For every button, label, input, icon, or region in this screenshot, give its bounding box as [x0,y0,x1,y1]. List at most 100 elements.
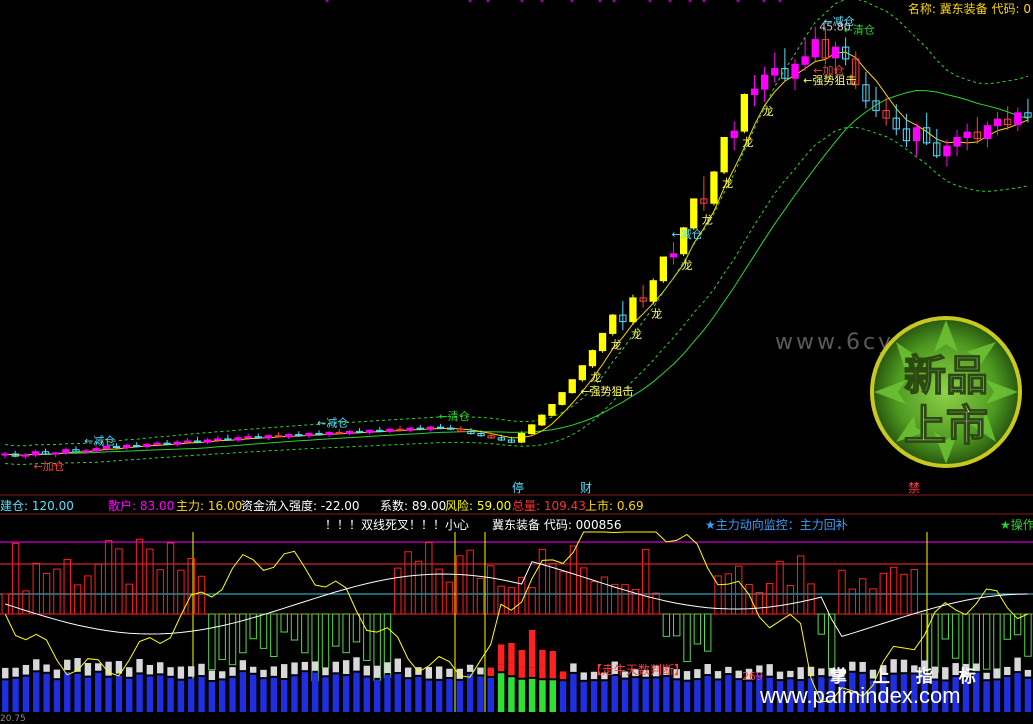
top-marker: * [762,0,766,7]
blue-bar [1014,673,1021,712]
green-bar [549,680,556,712]
blue-bar [642,678,649,712]
cap-bar [249,666,257,673]
cap-bar [270,666,278,676]
cap-bar [239,660,247,671]
blue-bar [993,680,1001,712]
candle-body [1014,112,1022,126]
blue-bar [105,677,112,712]
candle-body [659,256,668,282]
blue-bar [84,677,92,712]
stat-main: 主力: 16.00 [176,499,243,513]
cap-bar [177,666,185,679]
cap-bar [435,666,443,679]
signal-label: ←减仓 [84,434,115,448]
blue-bar [446,678,453,712]
blue-bar [146,676,154,712]
cap-bar [43,664,50,672]
candle-body [548,404,556,416]
candle-body [730,130,738,139]
cap-bar [363,665,371,676]
candle-body [993,118,1002,127]
blue-bar [404,679,412,712]
blue-bar [22,676,30,712]
cap-bar [704,663,711,675]
candle-body [538,414,546,426]
cap-bar [260,669,267,678]
badge-line2: 上市 [904,401,988,450]
cap-bar [394,658,402,673]
blue-bar [363,677,371,712]
top-marker: * [468,0,472,7]
blue-bar [745,681,753,712]
cap-bar [291,662,298,675]
cap-bar [425,667,433,679]
blue-bar [683,681,691,712]
blue-bar [229,677,236,712]
candle-body [92,448,100,452]
signal-label: 龙 [702,214,713,227]
candle-body [649,280,657,302]
blue-bar [208,681,216,712]
cap-bar [539,665,546,679]
cap-bar [311,661,319,671]
candle-body [750,88,759,95]
candle-body [143,443,151,447]
blue-bar [353,672,360,712]
cap-bar [446,668,453,677]
cap-bar [126,667,133,677]
candle-body [568,379,576,394]
blue-bar [311,672,319,712]
red-spike-bar [549,651,556,669]
green-bar [508,677,515,712]
red-spike-bar [528,629,536,668]
blue-bar [704,676,711,712]
blue-bar [53,680,61,712]
stock-info: 名称: 冀东装备 代码: 0 [908,0,1031,17]
cap-bar [1014,657,1021,672]
blue-bar [342,676,350,712]
cap-bar [342,660,350,675]
signal-label: 龙 [682,259,693,272]
candle-body [183,440,191,443]
candle-body [244,436,252,439]
green-bar [528,678,536,712]
cap-bar [497,664,505,672]
cap-bar [53,669,61,679]
blue-bar [632,678,639,712]
blue-bar [373,679,381,712]
top-marker: * [612,0,616,7]
candle-body [831,46,840,59]
candle-body [669,253,678,258]
blue-bar [735,680,742,712]
signal-label: ←减仓 [317,415,348,429]
candle-body [943,145,951,157]
cap-bar [136,658,143,673]
candle-body [912,127,921,142]
stat-listing: 上市: 0.69 [585,499,644,513]
candle-body [588,350,597,367]
stat-retail: 散户: 83.00 [108,499,175,513]
green-bar [539,680,546,712]
candle-body [386,428,394,432]
cap-bar [332,661,340,673]
cap-bar [477,667,484,675]
cap-bar [714,671,722,679]
blue-bar [559,681,567,712]
bull-days-number: 269 [742,670,763,683]
blue-bar [394,674,402,712]
candle-body [52,452,60,455]
blue-bar [64,672,71,712]
stat-risk: 风险: 59.00 [445,499,512,513]
candle-body [214,438,222,441]
bull-days-tag: 【走牛天数判断】 [590,663,687,677]
top-marker: * [702,0,706,7]
blue-bar [270,677,278,712]
top-marker: * [668,0,672,7]
blue-bar [673,680,680,712]
candle-body [153,442,161,445]
blue-bar [580,681,587,712]
candle-body [285,434,293,438]
signal-label: ←减仓 [671,227,702,241]
signal-label: 龙 [590,371,601,384]
